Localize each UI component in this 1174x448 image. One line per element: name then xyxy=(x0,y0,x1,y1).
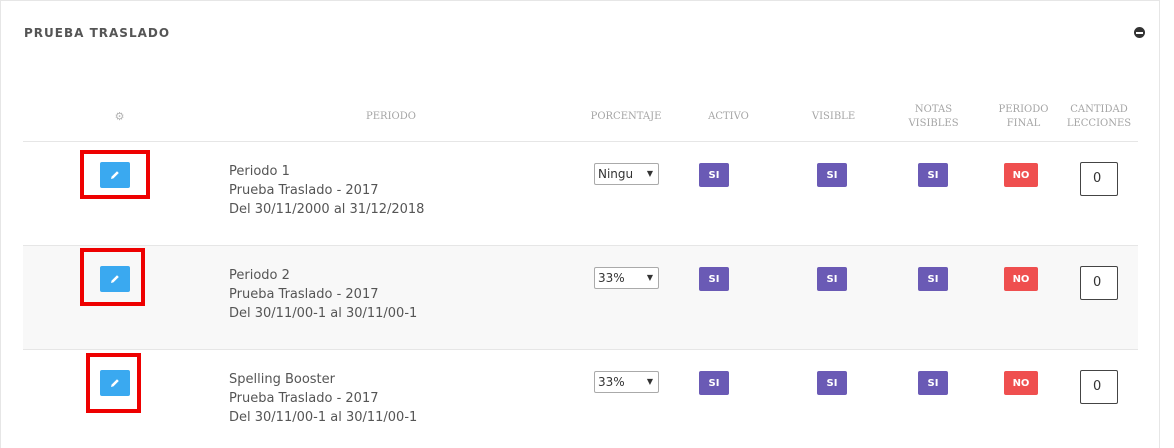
period-name: Periodo 1 xyxy=(229,164,290,179)
periodo-final-badge[interactable]: NO xyxy=(1004,163,1038,187)
header-notas-visibles: NOTAS VISIBLES xyxy=(896,99,971,135)
visible-badge[interactable]: SI xyxy=(817,163,847,187)
gear-icon: ⚙ xyxy=(114,110,125,123)
porcentaje-value: 33% xyxy=(598,375,625,389)
porcentaje-value: Ningu xyxy=(598,167,634,181)
header-cantidad-lecciones-line-1: CANTIDAD xyxy=(1070,104,1128,115)
panel-title: PRUEBA TRASLADO xyxy=(24,26,171,40)
header-periodo: PERIODO xyxy=(366,111,416,122)
edit-button[interactable] xyxy=(100,266,130,292)
header-activo: ACTIVO xyxy=(708,111,749,122)
notas-visibles-badge[interactable]: SI xyxy=(918,371,948,395)
pencil-icon xyxy=(111,379,119,387)
cantidad-lecciones-input[interactable]: 0 xyxy=(1080,370,1118,404)
header-periodo-final-line-2: FINAL xyxy=(1006,118,1041,129)
periods-panel: PRUEBA TRASLADO ⚙ PERIODO PORCENTAJE ACT… xyxy=(0,0,1160,448)
chevron-down-icon: ▼ xyxy=(646,273,653,282)
period-dates: Del 30/11/00-1 al 30/11/00-1 xyxy=(229,410,418,425)
visible-badge[interactable]: SI xyxy=(817,267,847,291)
porcentaje-select[interactable]: Ningu ▼ xyxy=(594,163,659,185)
header-cantidad-lecciones-line-2: LECCIONES xyxy=(1066,118,1132,129)
chevron-down-icon: ▼ xyxy=(646,169,653,178)
period-name: Periodo 2 xyxy=(229,268,290,283)
activo-badge[interactable]: SI xyxy=(699,163,729,187)
header-visible: VISIBLE xyxy=(811,111,856,122)
period-group: Prueba Traslado - 2017 xyxy=(229,183,379,198)
period-info: Periodo 2 Prueba Traslado - 2017 Del 30/… xyxy=(229,266,417,323)
table-row: Spelling Booster Prueba Traslado - 2017 … xyxy=(23,349,1138,448)
periodo-final-badge[interactable]: NO xyxy=(1004,371,1038,395)
porcentaje-select[interactable]: 33% ▼ xyxy=(594,267,659,289)
settings-column-header: ⚙ xyxy=(97,99,142,135)
notas-visibles-badge[interactable]: SI xyxy=(918,267,948,291)
edit-button[interactable] xyxy=(100,162,130,188)
pencil-icon xyxy=(111,275,119,283)
period-dates: Del 30/11/00-1 al 30/11/00-1 xyxy=(229,306,418,321)
header-porcentaje: PORCENTAJE xyxy=(590,111,662,122)
table-row: Periodo 2 Prueba Traslado - 2017 Del 30/… xyxy=(23,245,1138,349)
porcentaje-select[interactable]: 33% ▼ xyxy=(594,371,659,393)
header-cantidad-lecciones: CANTIDAD LECCIONES xyxy=(1061,99,1137,135)
period-info: Spelling Booster Prueba Traslado - 2017 … xyxy=(229,370,417,427)
period-dates: Del 30/11/2000 al 31/12/2018 xyxy=(229,202,425,217)
header-notas-visibles-line-1: NOTAS xyxy=(914,104,953,115)
cantidad-lecciones-input[interactable]: 0 xyxy=(1080,162,1118,196)
visible-badge[interactable]: SI xyxy=(817,371,847,395)
table-row: Periodo 1 Prueba Traslado - 2017 Del 30/… xyxy=(23,141,1138,245)
activo-badge[interactable]: SI xyxy=(699,267,729,291)
header-periodo-final-line-1: PERIODO xyxy=(998,104,1049,115)
chevron-down-icon: ▼ xyxy=(646,377,653,386)
period-name: Spelling Booster xyxy=(229,372,335,387)
activo-badge[interactable]: SI xyxy=(699,371,729,395)
minus-circle-icon[interactable] xyxy=(1134,27,1145,38)
header-periodo-final: PERIODO FINAL xyxy=(986,99,1061,135)
periodo-final-badge[interactable]: NO xyxy=(1004,267,1038,291)
notas-visibles-badge[interactable]: SI xyxy=(918,163,948,187)
period-info: Periodo 1 Prueba Traslado - 2017 Del 30/… xyxy=(229,162,424,219)
pencil-icon xyxy=(111,171,119,179)
porcentaje-value: 33% xyxy=(598,271,625,285)
period-group: Prueba Traslado - 2017 xyxy=(229,287,379,302)
edit-button[interactable] xyxy=(100,370,130,396)
period-group: Prueba Traslado - 2017 xyxy=(229,391,379,406)
cantidad-lecciones-input[interactable]: 0 xyxy=(1080,266,1118,300)
header-notas-visibles-line-2: VISIBLES xyxy=(908,118,959,129)
